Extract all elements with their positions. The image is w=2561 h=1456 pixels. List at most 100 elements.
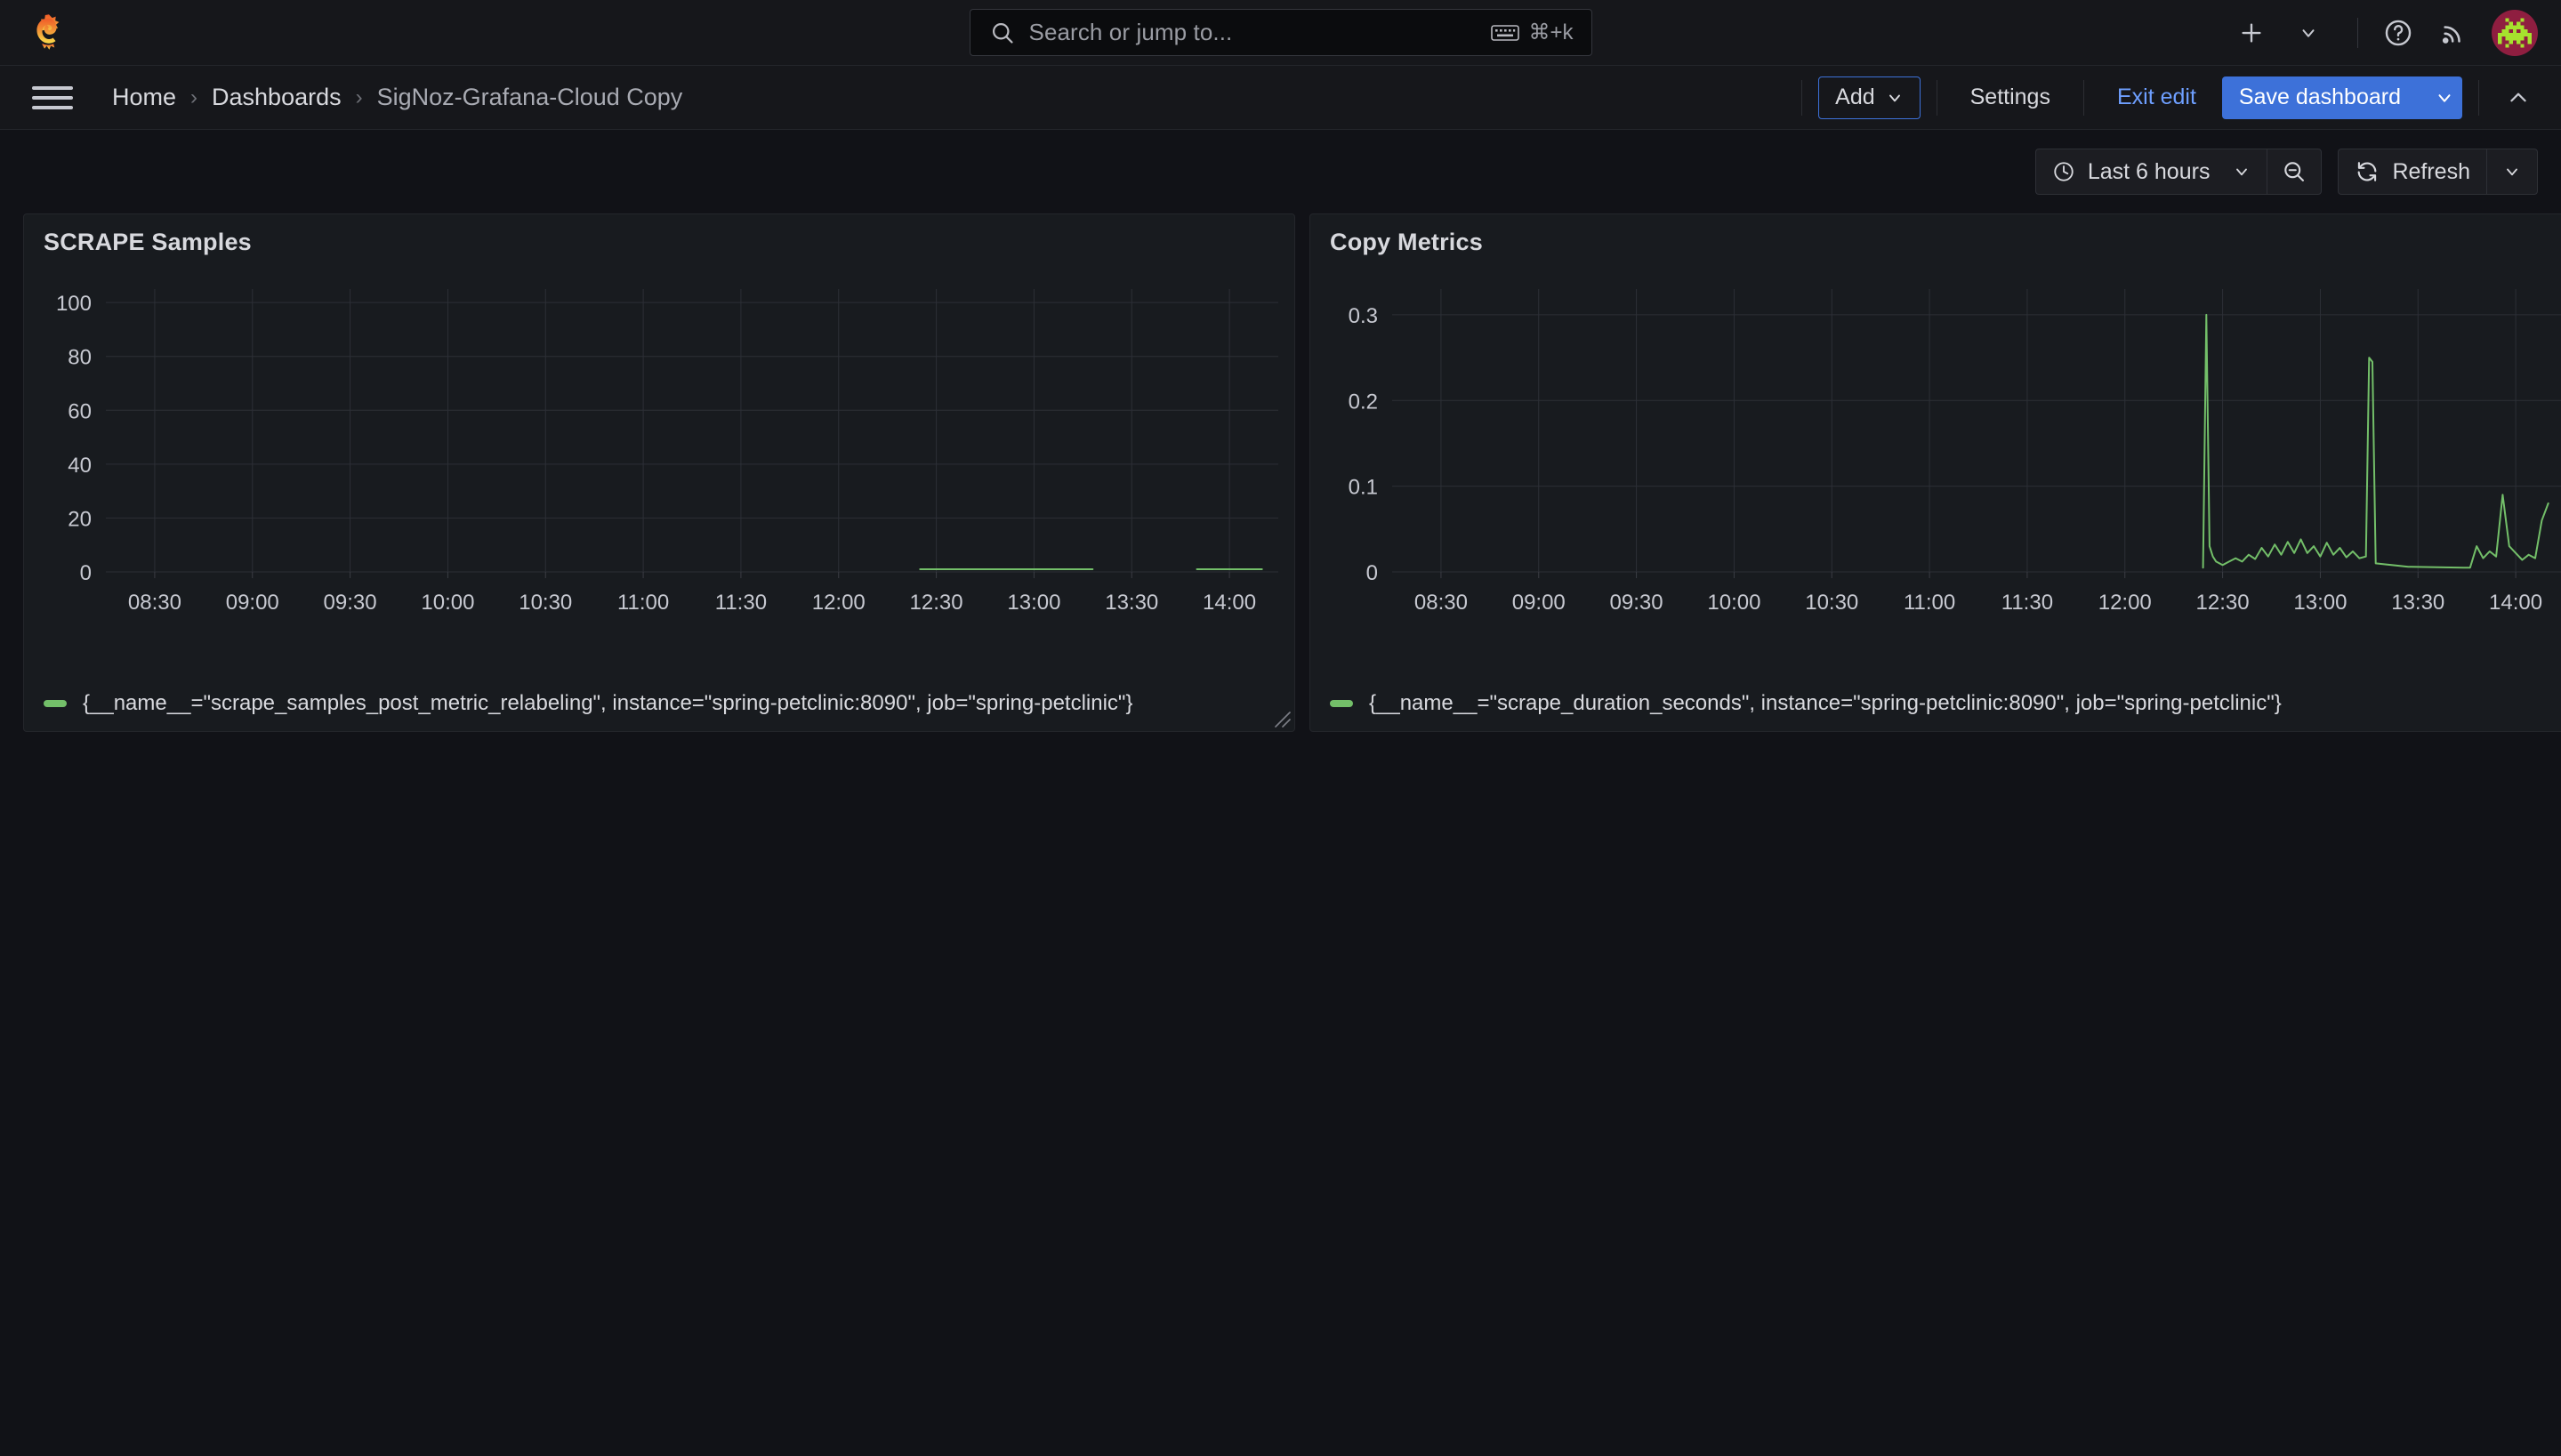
breadcrumb-item-current-dashboard[interactable]: SigNoz-Grafana-Cloud Copy [374,84,687,111]
chevron-up-icon [2507,86,2530,109]
search-shortcut-hint: ⌘+k [1491,20,1574,45]
chevron-down-icon [2299,23,2318,43]
legend-series-label[interactable]: {__name__="scrape_samples_post_metric_re… [83,691,1132,716]
x-axis-tick-label: 12:30 [910,591,963,615]
global-search[interactable]: Search or jump to... ⌘+k [969,9,1592,56]
x-axis-tick-label: 10:00 [421,591,474,615]
add-new-button[interactable] [2224,5,2279,60]
zoom-out-time-button[interactable] [2267,149,2323,195]
dashboard-panel-grid: SCRAPE Samples 0 20 40 60 80 100 08:30 09:00 09:… [0,213,2561,732]
breadcrumb: Home › Dashboards › SigNoz-Grafana-Cloud… [109,84,686,111]
y-axis-tick-label: 0 [1366,561,1378,585]
panel-scrape-samples[interactable]: SCRAPE Samples 0 20 40 60 80 100 08:30 09:00 09:… [23,213,1295,732]
user-avatar[interactable] [2492,9,2538,56]
topnav-divider [2357,17,2358,48]
help-button[interactable] [2371,5,2426,60]
panel-copy-metrics[interactable]: Copy Metrics 0 0.1 0.2 0.3 08:30 09:00 09:30 10… [1309,213,2561,732]
keyboard-icon [1491,23,1520,43]
search-icon [990,20,1015,45]
exit-edit-label: Exit edit [2116,84,2196,109]
panel-legend: {__name__="scrape_duration_seconds", ins… [1310,676,2561,731]
legend-series-label[interactable]: {__name__="scrape_duration_seconds", ins… [1369,691,2282,716]
add-new-chevron-button[interactable] [2281,5,2336,60]
panel-header[interactable]: Copy Metrics [1310,214,2561,269]
x-axis-tick-label: 09:30 [1610,591,1663,615]
hamburger-menu-icon[interactable] [32,77,73,118]
breadcrumb-item-home[interactable]: Home [109,84,180,111]
series-line [2202,313,2549,569]
clock-icon [2052,160,2075,183]
y-axis-tick-label: 0.2 [1349,390,1378,414]
dashboard-subnav: Home › Dashboards › SigNoz-Grafana-Cloud… [0,66,2561,130]
zoom-out-icon [2282,159,2307,184]
collapse-toolbar-button[interactable] [2495,76,2541,119]
x-axis-tick-label: 10:30 [1805,591,1858,615]
search-shortcut-text: ⌘+k [1528,20,1574,44]
y-axis-tick-label: 0.1 [1349,476,1378,500]
save-dashboard-label: Save dashboard [2238,84,2401,109]
y-axis-tick-label: 20 [68,507,92,531]
y-axis-tick-label: 0.3 [1349,304,1378,328]
x-axis-tick-label: 08:30 [128,591,181,615]
panel-chart-area[interactable]: 0 20 40 60 80 100 08:30 09:00 09:30 10:00 10:30 11:… [24,269,1294,676]
x-axis-tick-label: 11:30 [2001,591,2053,615]
save-dashboard-chevron-button[interactable] [2424,77,2454,118]
x-axis-tick-label: 14:00 [1203,591,1256,615]
x-axis-tick-label: 09:00 [226,591,279,615]
timeseries-chart[interactable]: 0 0.1 0.2 0.3 08:30 09:00 09:30 10:00 10:30 11:00… [1310,269,2561,624]
toolbar-divider [2478,79,2479,116]
search-input[interactable]: Search or jump to... ⌘+k [969,9,1592,56]
settings-label: Settings [1969,84,2050,109]
x-axis-tick-label: 11:00 [617,591,669,615]
search-placeholder-text: Search or jump to... [1028,19,1233,45]
toolbar-divider [2082,79,2084,116]
dashboard-toolbar: Add Settings Exit edit Save dashboard [1785,76,2541,119]
dashboard-settings-button[interactable]: Settings [1953,76,2067,119]
x-axis-tick-label: 10:30 [519,591,572,615]
chevron-down-icon [2435,88,2454,108]
y-axis-tick-label: 100 [56,292,92,316]
y-axis-tick-label: 80 [68,346,92,370]
breadcrumb-item-dashboards[interactable]: Dashboards [208,84,345,111]
panel-legend: {__name__="scrape_samples_post_metric_re… [24,676,1294,731]
x-axis-tick-label: 09:00 [1512,591,1566,615]
timeseries-chart[interactable]: 0 20 40 60 80 100 08:30 09:00 09:30 10:00 10:30 11:… [24,269,1294,624]
top-navigation-bar: Search or jump to... ⌘+k [0,0,2561,66]
add-panel-label: Add [1835,84,1875,109]
breadcrumb-separator-icon: › [355,84,363,109]
x-axis-tick-label: 09:30 [324,591,377,615]
x-axis-tick-label: 11:30 [715,591,767,615]
panel-header[interactable]: SCRAPE Samples [24,214,1294,269]
time-range-group: Last 6 hours [2034,149,2323,195]
add-panel-button[interactable]: Add [1818,76,1921,119]
panel-chart-area[interactable]: 0 0.1 0.2 0.3 08:30 09:00 09:30 10:00 10:30 11:00… [1310,269,2561,676]
grafana-logo-link[interactable] [0,12,98,53]
y-axis-tick-label: 0 [80,561,92,585]
news-feed-button[interactable] [2426,5,2481,60]
rss-icon [2439,19,2468,47]
x-axis-tick-label: 13:30 [2391,591,2444,615]
panel-resize-handle[interactable] [2555,705,2561,728]
chevron-down-icon [2233,163,2251,181]
refresh-interval-chevron-button[interactable] [2486,149,2538,195]
topnav-actions [2224,5,2561,60]
time-controls-bar: Last 6 hours Refresh [0,130,2561,213]
chevron-down-icon [2503,163,2521,181]
exit-edit-button[interactable]: Exit edit [2100,76,2213,119]
panel-resize-handle[interactable] [1268,705,1292,728]
help-circle-icon [2383,18,2413,48]
refresh-label: Refresh [2392,158,2470,184]
time-range-label: Last 6 hours [2087,158,2211,184]
plus-icon [2238,20,2265,46]
save-dashboard-button[interactable]: Save dashboard [2221,76,2462,119]
refresh-dashboard-button[interactable]: Refresh [2338,149,2486,195]
x-axis-tick-label: 08:30 [1414,591,1468,615]
y-axis-tick-label: 40 [68,454,92,478]
time-range-picker-button[interactable]: Last 6 hours [2034,149,2267,195]
legend-color-swatch [44,700,67,707]
x-axis-tick-label: 14:00 [2489,591,2542,615]
x-axis-tick-label: 13:00 [1007,591,1060,615]
grafana-logo-icon [29,12,68,53]
chevron-down-icon [1886,89,1904,107]
legend-color-swatch [1330,700,1353,707]
